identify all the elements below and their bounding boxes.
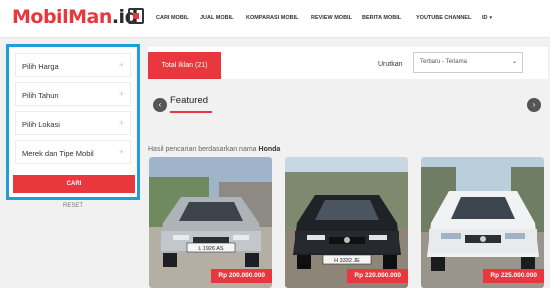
nav-komparasi-mobil[interactable]: KOMPARASI MOBIL	[246, 15, 298, 21]
filter-price[interactable]: Pilih Harga +	[15, 53, 131, 77]
nav-review-mobil[interactable]: REVIEW MOBIL	[311, 15, 352, 21]
filter-year[interactable]: Pilih Tahun +	[15, 82, 131, 106]
total-listings-tab[interactable]: Total Iklan (21)	[148, 52, 221, 79]
plus-icon: +	[118, 89, 124, 99]
filter-location-label: Pilih Lokasi	[22, 120, 60, 129]
nav-cari-mobil[interactable]: CARI MOBIL	[156, 15, 189, 21]
reset-link[interactable]: RESET	[6, 203, 140, 209]
nav-youtube-channel[interactable]: YOUTUBE CHANNEL	[416, 15, 471, 21]
brand-logo-part1: MobilMan	[12, 6, 112, 28]
search-caption-term: Honda	[258, 146, 281, 153]
filter-price-label: Pilih Harga	[22, 62, 59, 71]
search-button[interactable]: CARI	[13, 175, 135, 193]
caret-down-icon: ▾	[489, 15, 493, 21]
plus-icon: +	[118, 147, 124, 157]
featured-underline	[170, 111, 212, 113]
carousel-next-button[interactable]: ›	[527, 98, 541, 112]
search-caption-prefix: Hasil pencarian berdasarkan nama	[148, 146, 257, 153]
sort-select[interactable]: Terbaru - Terlama ⌄	[413, 52, 523, 73]
filter-brand-type[interactable]: Merek dan Tipe Mobil +	[15, 140, 131, 164]
brand-logo[interactable]: MobilMan.id	[12, 6, 138, 28]
plus-icon: +	[118, 60, 124, 70]
search-result-caption: Hasil pencarian berdasarkan nama Honda	[148, 146, 280, 153]
featured-title: Featured	[170, 95, 209, 106]
price-tag: Rp 225.000.000	[483, 269, 544, 283]
license-plate: H 3332 JE	[334, 258, 360, 264]
car-listing-card[interactable]: L 1926 AS Rp 200.000.000	[149, 157, 272, 288]
nav-jual-mobil[interactable]: JUAL MOBIL	[200, 15, 234, 21]
filter-sidebar: Pilih Harga + Pilih Tahun + Pilih Lokasi…	[6, 44, 140, 200]
sort-select-value: Terbaru - Terlama	[420, 59, 467, 65]
car-listing-card[interactable]: Rp 225.000.000	[421, 157, 544, 288]
results-header: Total Iklan (21) Urutkan Terbaru - Terla…	[148, 47, 548, 79]
filter-location[interactable]: Pilih Lokasi +	[15, 111, 131, 135]
language-dropdown[interactable]: ID ▾	[482, 15, 492, 21]
logo-badge-icon	[128, 8, 144, 24]
carousel-prev-button[interactable]: ‹	[153, 98, 167, 112]
price-tag: Rp 220.000.000	[347, 269, 408, 283]
plus-icon: +	[118, 118, 124, 128]
filter-year-label: Pilih Tahun	[22, 91, 59, 100]
license-plate: L 1926 AS	[198, 246, 224, 252]
car-listing-card[interactable]: H 3332 JE Rp 220.000.000	[285, 157, 408, 288]
sort-label: Urutkan	[378, 61, 403, 68]
nav-berita-mobil[interactable]: BERITA MOBIL	[362, 15, 401, 21]
language-label: ID	[482, 15, 488, 21]
chevron-down-icon: ⌄	[511, 59, 517, 65]
top-navbar: MobilMan.id CARI MOBIL JUAL MOBIL KOMPAR…	[0, 0, 550, 38]
price-tag: Rp 200.000.000	[211, 269, 272, 283]
filter-brand-type-label: Merek dan Tipe Mobil	[22, 149, 94, 158]
